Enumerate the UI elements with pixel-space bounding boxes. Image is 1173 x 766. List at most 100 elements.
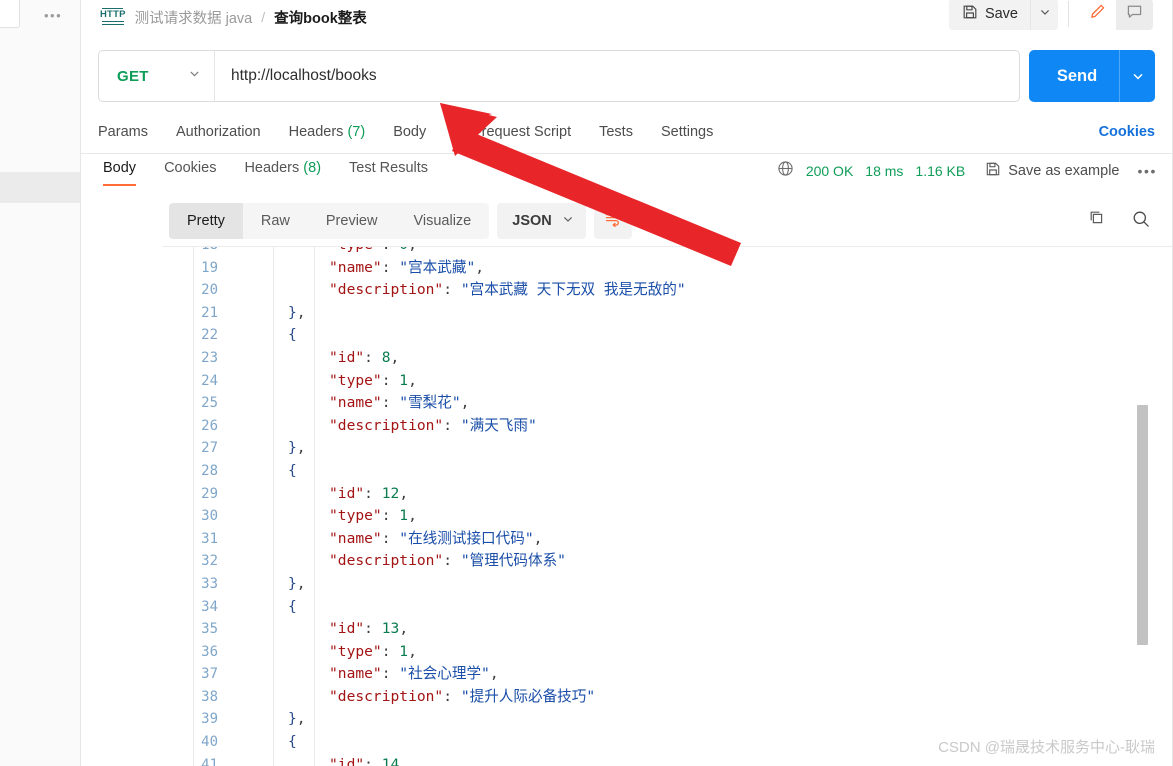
tab-label: Test Results — [349, 160, 429, 176]
code-line: 31 "name": "在线测试接口代码", — [162, 528, 1173, 551]
code-token: "name" — [329, 529, 382, 547]
code-token: , — [399, 620, 409, 638]
response-tab-headers[interactable]: Headers (8) — [230, 160, 335, 186]
method-selector[interactable]: GET — [99, 51, 215, 101]
chevron-down-icon — [562, 213, 574, 229]
line-number: 31 — [201, 530, 218, 547]
comment-button[interactable] — [1116, 0, 1153, 30]
request-tab-body[interactable]: Body — [379, 124, 440, 140]
code-line: 35 "id": 13, — [162, 618, 1173, 641]
code-token: "满天飞雨" — [460, 416, 537, 434]
sidebar-selected-row[interactable] — [0, 172, 80, 203]
view-mode-preview[interactable]: Preview — [308, 203, 396, 239]
sidebar-more-menu[interactable]: ••• — [44, 9, 62, 22]
view-mode-raw[interactable]: Raw — [243, 203, 308, 239]
code-line: 36 "type": 1, — [162, 641, 1173, 664]
response-tab-test-results[interactable]: Test Results — [335, 160, 442, 186]
line-number: 32 — [201, 553, 218, 570]
left-sidebar: ••• — [0, 0, 81, 766]
tab-label: Cookies — [164, 160, 217, 176]
view-mode-visualize[interactable]: Visualize — [395, 203, 489, 239]
sidebar-tab-stub[interactable] — [0, 0, 20, 28]
tab-count: (7) — [347, 124, 366, 140]
code-token: , — [533, 529, 543, 547]
code-token: "id" — [329, 755, 365, 766]
code-line-text: "id": 14 — [329, 754, 399, 766]
code-token: , — [475, 258, 485, 276]
code-token: "description" — [329, 416, 444, 434]
line-number: 34 — [201, 598, 218, 615]
code-token: { — [288, 326, 297, 344]
request-section-divider — [81, 153, 1173, 154]
code-line: 26 "description": "满天飞雨" — [162, 415, 1173, 438]
code-token: : — [381, 507, 400, 525]
request-tab-authorization[interactable]: Authorization — [162, 124, 275, 140]
code-token: , — [296, 303, 306, 321]
code-line: 23 "id": 8, — [162, 347, 1173, 370]
breadcrumb-collection[interactable]: 测试请求数据 java — [135, 7, 253, 28]
status-badge: 200 OK — [805, 163, 854, 179]
word-wrap-icon — [604, 211, 622, 232]
watermark: CSDN @瑞晟技术服务中心-耿瑞 — [938, 739, 1155, 756]
code-token: } — [288, 303, 297, 321]
tab-label: Body — [393, 124, 427, 140]
code-line-text: "type": 1, — [329, 370, 417, 393]
code-token: "type" — [329, 371, 382, 389]
request-tab-pre-request-script[interactable]: Pre-request Script — [440, 124, 585, 140]
tab-label: Body — [103, 160, 137, 176]
send-button[interactable]: Send — [1029, 67, 1119, 86]
request-tab-settings[interactable]: Settings — [647, 124, 727, 140]
request-tab-headers[interactable]: Headers (7) — [275, 124, 380, 140]
tab-label: Settings — [660, 124, 714, 140]
line-number: 20 — [201, 282, 218, 299]
response-body-code[interactable]: 18"type": 0,19"name": "宫本武藏",20"descript… — [162, 247, 1173, 766]
code-line-text: }, — [288, 708, 306, 731]
code-token: "description" — [329, 552, 444, 570]
tab-label: Headers — [244, 160, 300, 176]
word-wrap-button[interactable] — [593, 203, 632, 239]
code-token: "社会心理学" — [399, 665, 490, 683]
code-token: 14 — [381, 755, 400, 766]
line-number: 24 — [201, 372, 218, 389]
code-token: } — [288, 439, 297, 457]
edit-request-button[interactable] — [1079, 0, 1116, 30]
response-format-select[interactable]: JSON — [497, 203, 586, 239]
code-line: 30 "type": 1, — [162, 505, 1173, 528]
code-token: "name" — [329, 258, 382, 276]
view-mode-pretty[interactable]: Pretty — [169, 203, 243, 239]
code-token: 1 — [399, 507, 409, 525]
url-input[interactable] — [215, 51, 1019, 101]
send-dropdown-button[interactable] — [1119, 50, 1155, 102]
copy-icon — [1088, 209, 1107, 233]
cookies-link[interactable]: Cookies — [1099, 124, 1155, 140]
chevron-down-icon — [1039, 5, 1051, 23]
response-tab-cookies[interactable]: Cookies — [150, 160, 230, 186]
response-tab-body[interactable]: Body — [89, 160, 150, 186]
save-button[interactable]: Save — [948, 0, 1030, 30]
save-as-example-button[interactable]: Save as example — [985, 161, 1119, 181]
comment-icon — [1126, 3, 1143, 25]
line-number: 26 — [201, 417, 218, 434]
code-token: , — [408, 371, 417, 389]
save-button-group: Save — [948, 0, 1058, 30]
save-dropdown-button[interactable] — [1030, 0, 1058, 30]
code-line-text: "description": "满天飞雨" — [329, 415, 537, 438]
copy-button[interactable] — [1088, 209, 1107, 233]
code-token: "name" — [329, 394, 382, 412]
line-number: 36 — [201, 643, 218, 660]
code-token: "id" — [329, 484, 365, 502]
breadcrumb-request-name[interactable]: 查询book整表 — [274, 7, 367, 28]
request-tab-params[interactable]: Params — [98, 124, 162, 140]
request-tab-tests[interactable]: Tests — [585, 124, 647, 140]
floppy-disk-icon — [962, 4, 978, 24]
code-line: 28 { — [162, 460, 1173, 483]
view-mode-group: Pretty Raw Preview Visualize — [169, 203, 490, 239]
scrollbar-thumb[interactable] — [1137, 405, 1148, 645]
tab-label: Pre-request Script — [454, 124, 572, 140]
response-scrollbar[interactable] — [1137, 158, 1148, 766]
line-number: 35 — [201, 621, 218, 638]
code-token: "id" — [329, 348, 365, 366]
breadcrumb: HTTP 测试请求数据 java / 查询book整表 — [100, 0, 367, 34]
code-line: 18 "type": 0, — [162, 247, 1173, 257]
code-line: 21}, — [162, 302, 1173, 325]
